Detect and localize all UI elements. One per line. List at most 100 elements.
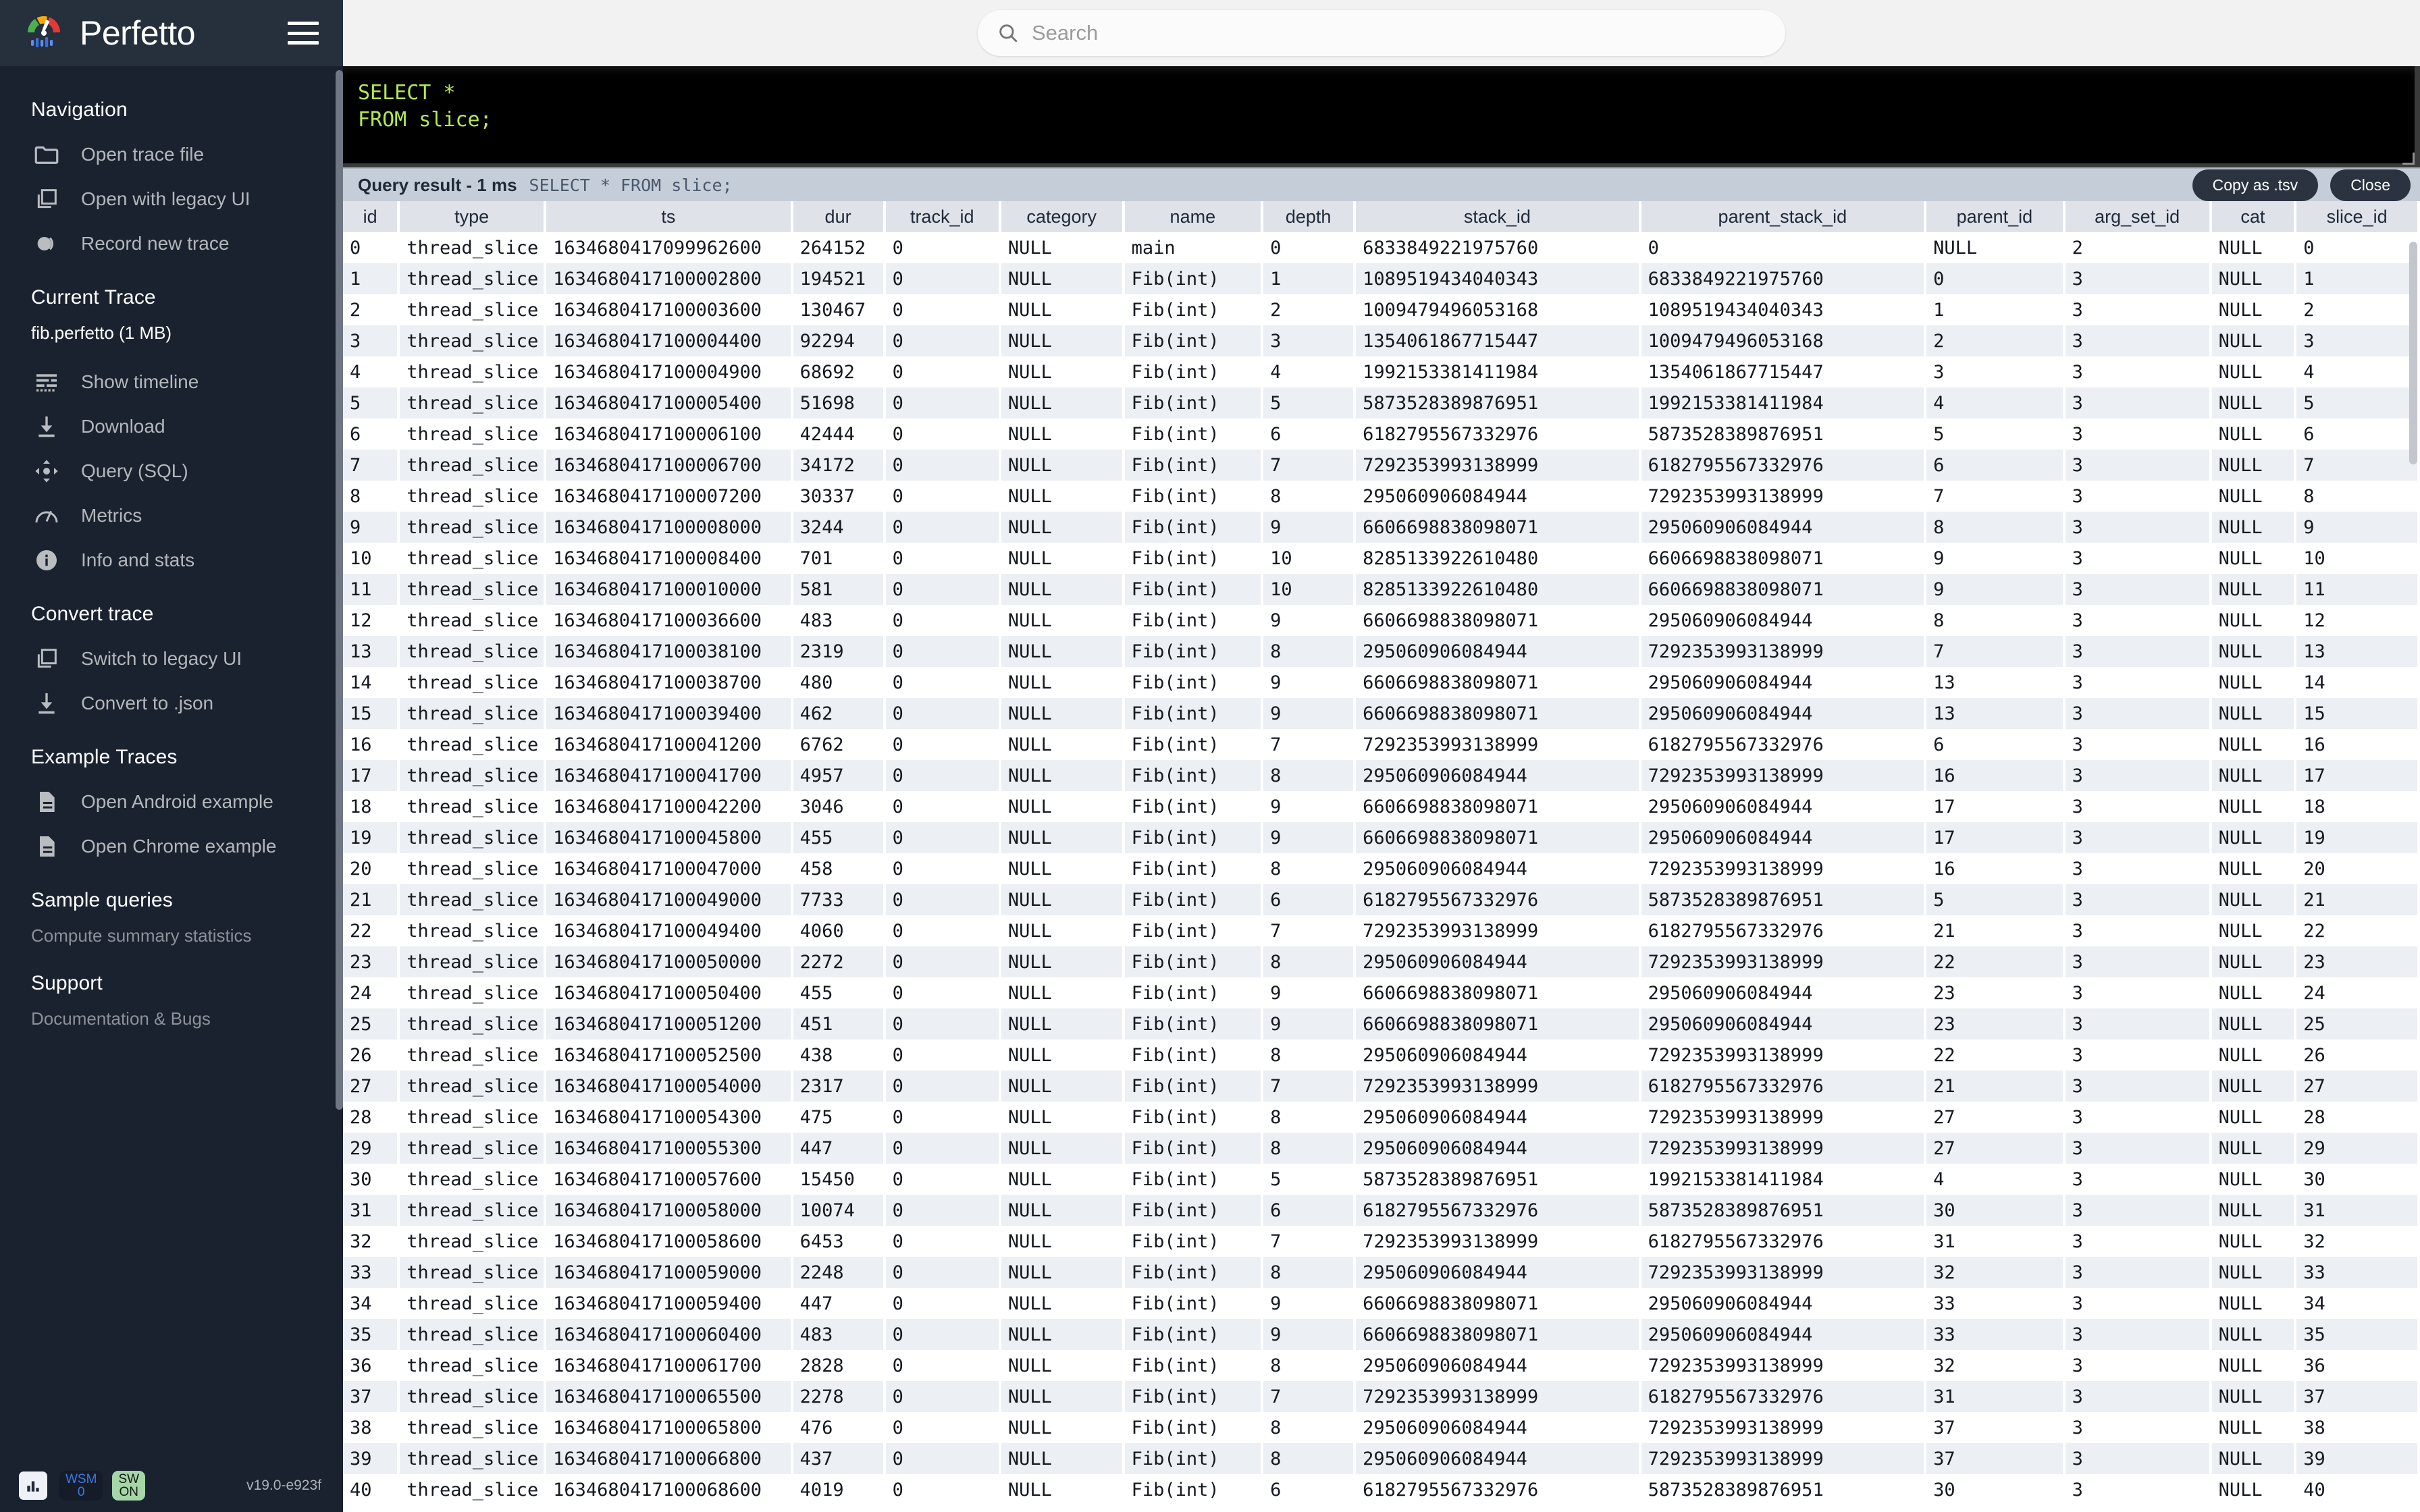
table-row[interactable]: 25 thread_slice 1634680417100051200 451 0 NUL… <box>343 1008 2419 1040</box>
cell-slice_id: 35 <box>2295 1319 2419 1350</box>
table-row[interactable]: 3 thread_slice 1634680417100004400 92294 0 NU… <box>343 325 2419 356</box>
column-header-ts[interactable]: ts <box>545 201 793 232</box>
table-row[interactable]: 23 thread_slice 1634680417100050000 2272 0 NU… <box>343 946 2419 977</box>
table-row[interactable]: 30 thread_slice 1634680417100057600 15450 0 N… <box>343 1164 2419 1195</box>
column-header-name[interactable]: name <box>1123 201 1264 232</box>
table-row[interactable]: 35 thread_slice 1634680417100060400 483 0 NUL… <box>343 1319 2419 1350</box>
cell-cat: NULL <box>2210 946 2296 977</box>
table-row[interactable]: 4 thread_slice 1634680417100004900 68692 0 NU… <box>343 356 2419 387</box>
table-row[interactable]: 28 thread_slice 1634680417100054300 475 0 NUL… <box>343 1102 2419 1133</box>
cell-dur: 438 <box>791 1040 885 1071</box>
table-row[interactable]: 10 thread_slice 1634680417100008400 701 0 NUL… <box>343 543 2419 574</box>
sw-badge-value: ON <box>119 1485 138 1499</box>
column-header-parent_id[interactable]: parent_id <box>1925 201 2066 232</box>
table-row[interactable]: 2 thread_slice 1634680417100003600 130467 0 N… <box>343 294 2419 325</box>
table-row[interactable]: 1 thread_slice 1634680417100002800 194521 0 N… <box>343 263 2419 294</box>
table-row[interactable]: 5 thread_slice 1634680417100005400 51698 0 NU… <box>343 387 2419 418</box>
column-header-dur[interactable]: dur <box>791 201 886 232</box>
sidebar-item-convert-to-json[interactable]: Convert to .json <box>0 681 343 726</box>
table-row[interactable]: 21 thread_slice 1634680417100049000 7733 0 NU… <box>343 884 2419 915</box>
cell-arg_set_id: 3 <box>2063 605 2211 636</box>
table-row[interactable]: 12 thread_slice 1634680417100036600 483 0 NUL… <box>343 605 2419 636</box>
table-row[interactable]: 22 thread_slice 1634680417100049400 4060 0 NU… <box>343 915 2419 946</box>
sidebar-item-record-new-trace[interactable]: Record new trace <box>0 221 343 266</box>
cell-parent_id: 6 <box>1925 450 2064 481</box>
cell-name: Fib(int) <box>1123 574 1263 605</box>
column-header-slice_id[interactable]: slice_id <box>2295 201 2420 232</box>
table-row[interactable]: 8 thread_slice 1634680417100007200 30337 0 NU… <box>343 481 2419 512</box>
table-row[interactable]: 16 thread_slice 1634680417100041200 6762 0 NU… <box>343 729 2419 760</box>
cell-type: thread_slice <box>398 1319 546 1350</box>
table-row[interactable]: 9 thread_slice 1634680417100008000 3244 0 NUL… <box>343 512 2419 543</box>
cell-type: thread_slice <box>398 1040 546 1071</box>
column-header-depth[interactable]: depth <box>1262 201 1357 232</box>
sidebar-item-open-with-legacy-ui[interactable]: Open with legacy UI <box>0 177 343 221</box>
table-row[interactable]: 31 thread_slice 1634680417100058000 10074 0 N… <box>343 1195 2419 1226</box>
sql-editor-resize-handle[interactable] <box>2402 153 2415 165</box>
cell-slice_id: 17 <box>2295 760 2419 791</box>
sidebar-item-metrics[interactable]: Metrics <box>0 493 343 538</box>
column-header-type[interactable]: type <box>398 201 547 232</box>
cell-id: 6 <box>343 418 399 450</box>
column-header-category[interactable]: category <box>999 201 1125 232</box>
table-row[interactable]: 19 thread_slice 1634680417100045800 455 0 NUL… <box>343 822 2419 853</box>
bar-chart-icon[interactable] <box>19 1472 47 1500</box>
table-row[interactable]: 7 thread_slice 1634680417100006700 34172 0 NU… <box>343 450 2419 481</box>
table-row[interactable]: 33 thread_slice 1634680417100059000 2248 0 NU… <box>343 1257 2419 1288</box>
table-row[interactable]: 20 thread_slice 1634680417100047000 458 0 NUL… <box>343 853 2419 884</box>
sidebar-item-query-sql[interactable]: Query (SQL) <box>0 449 343 493</box>
sw-badge[interactable]: SW ON <box>112 1470 146 1501</box>
cell-stack_id: 7292353993138999 <box>1354 1071 1640 1102</box>
table-row[interactable]: 26 thread_slice 1634680417100052500 438 0 NUL… <box>343 1040 2419 1071</box>
omnibox[interactable] <box>978 10 1785 56</box>
table-row[interactable]: 32 thread_slice 1634680417100058600 6453 0 NU… <box>343 1226 2419 1257</box>
table-row[interactable]: 6 thread_slice 1634680417100006100 42444 0 NU… <box>343 418 2419 450</box>
query-result-table-container[interactable]: id type ts dur track_id category name depth stac… <box>343 201 2420 1512</box>
cell-track_id: 0 <box>884 543 1000 574</box>
cell-type: thread_slice <box>398 450 546 481</box>
column-header-arg_set_id[interactable]: arg_set_id <box>2063 201 2212 232</box>
table-row[interactable]: 13 thread_slice 1634680417100038100 2319 0 NU… <box>343 636 2419 667</box>
sidebar-item-info-and-stats[interactable]: Info and stats <box>0 538 343 583</box>
hamburger-icon[interactable] <box>288 22 319 45</box>
column-header-id[interactable]: id <box>343 201 400 232</box>
column-header-cat[interactable]: cat <box>2210 201 2297 232</box>
table-row[interactable]: 27 thread_slice 1634680417100054000 2317 0 NU… <box>343 1071 2419 1102</box>
table-row[interactable]: 34 thread_slice 1634680417100059400 447 0 NUL… <box>343 1288 2419 1319</box>
column-header-parent_stack_id[interactable]: parent_stack_id <box>1639 201 1927 232</box>
sidebar-scrollbar[interactable] <box>336 66 343 1459</box>
sidebar-link-compute-summary-statistics[interactable]: Compute summary statistics <box>0 923 343 952</box>
sidebar-footer: WSM 0 SW ON v19.0-e923f <box>0 1459 343 1512</box>
table-row[interactable]: 36 thread_slice 1634680417100061700 2828 0 NU… <box>343 1350 2419 1381</box>
sidebar-item-open-trace-file[interactable]: Open trace file <box>0 132 343 177</box>
table-row[interactable]: 0 thread_slice 1634680417099962600 264152 0 N… <box>343 232 2419 263</box>
table-row[interactable]: 40 thread_slice 1634680417100068600 4019 0 NU… <box>343 1474 2419 1505</box>
sidebar-item-open-chrome-example[interactable]: Open Chrome example <box>0 824 343 869</box>
column-header-track_id[interactable]: track_id <box>884 201 1001 232</box>
wsm-badge[interactable]: WSM 0 <box>59 1470 103 1501</box>
sidebar-item-show-timeline[interactable]: Show timeline <box>0 360 343 404</box>
sidebar-item-download[interactable]: Download <box>0 404 343 449</box>
cell-parent_stack_id: 7292353993138999 <box>1639 1412 1926 1443</box>
table-row[interactable]: 29 thread_slice 1634680417100055300 447 0 NUL… <box>343 1133 2419 1164</box>
cell-slice_id: 1 <box>2295 263 2419 294</box>
table-row[interactable]: 39 thread_slice 1634680417100066800 437 0 NUL… <box>343 1443 2419 1474</box>
table-row[interactable]: 14 thread_slice 1634680417100038700 480 0 NUL… <box>343 667 2419 698</box>
table-row[interactable]: 15 thread_slice 1634680417100039400 462 0 NUL… <box>343 698 2419 729</box>
close-button[interactable]: Close <box>2330 169 2411 201</box>
sidebar-item-switch-to-legacy-ui[interactable]: Switch to legacy UI <box>0 637 343 681</box>
cell-parent_stack_id: 295060906084944 <box>1639 667 1926 698</box>
table-row[interactable]: 17 thread_slice 1634680417100041700 4957 0 NU… <box>343 760 2419 791</box>
table-row[interactable]: 38 thread_slice 1634680417100065800 476 0 NUL… <box>343 1412 2419 1443</box>
table-row[interactable]: 11 thread_slice 1634680417100010000 581 0 NUL… <box>343 574 2419 605</box>
column-header-stack_id[interactable]: stack_id <box>1354 201 1641 232</box>
table-row[interactable]: 18 thread_slice 1634680417100042200 3046 0 NU… <box>343 791 2419 822</box>
table-row[interactable]: 37 thread_slice 1634680417100065500 2278 0 NU… <box>343 1381 2419 1412</box>
sidebar-item-open-android-example[interactable]: Open Android example <box>0 780 343 824</box>
copy-as-tsv-button[interactable]: Copy as .tsv <box>2192 169 2319 201</box>
search-input[interactable] <box>1032 21 1766 45</box>
sql-editor[interactable]: SELECT * FROM slice; <box>343 66 2415 163</box>
main-scrollbar[interactable] <box>2409 242 2417 1507</box>
sidebar-link-documentation-and-bugs[interactable]: Documentation & Bugs <box>0 1006 343 1035</box>
table-row[interactable]: 24 thread_slice 1634680417100050400 455 0 NUL… <box>343 977 2419 1008</box>
